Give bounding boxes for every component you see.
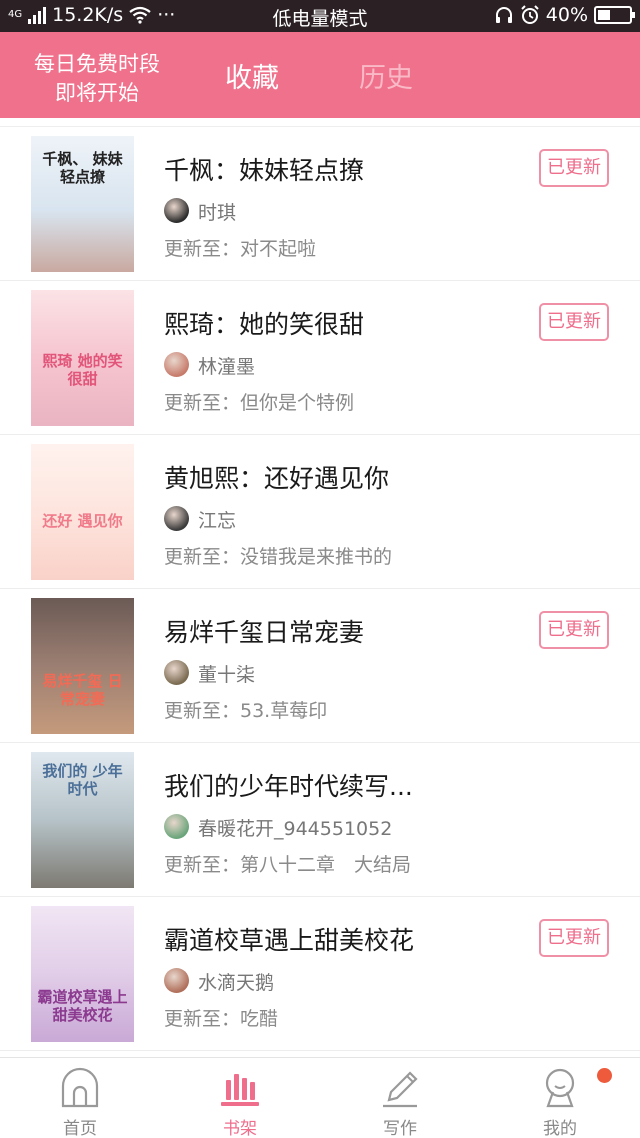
updated-badge: 已更新: [539, 611, 609, 649]
latest-chapter: 更新至：吃醋: [164, 1008, 279, 1030]
nav-write-label: 写作: [383, 1119, 417, 1138]
latest-chapter: 更新至：对不起啦: [164, 238, 317, 260]
book-cover[interactable]: 熙琦 她的笑很甜: [31, 290, 134, 426]
nav-home-label: 首页: [63, 1119, 97, 1138]
book-row[interactable]: 千枫、 妹妹轻点撩 千枫：妹妹轻点撩时琪更新至：对不起啦 已更新: [0, 127, 640, 281]
book-title[interactable]: 黄旭熙：还好遇见你: [164, 459, 389, 495]
book-row[interactable]: 霸道校草遇上 甜美校花 霸道校草遇上甜美校花水滴天鹅更新至：吃醋 已更新: [0, 897, 640, 1051]
cover-title-text: 霸道校草遇上 甜美校花: [37, 988, 128, 1024]
profile-icon: [545, 1068, 575, 1108]
updated-badge: 已更新: [539, 919, 609, 957]
nav-home[interactable]: 首页: [0, 1058, 160, 1138]
book-cover[interactable]: 易烊千玺 日常宠妻: [31, 598, 134, 734]
book-row[interactable]: 熙琦 她的笑很甜 熙琦：她的笑很甜林潼墨更新至：但你是个特例 已更新: [0, 281, 640, 435]
author-avatar: [164, 352, 189, 377]
nav-profile[interactable]: 我的: [480, 1058, 640, 1138]
author-name: 时琪: [198, 202, 237, 224]
author-name: 江忘: [198, 510, 237, 532]
book-row[interactable]: 易烊千玺 日常宠妻 易烊千玺日常宠妻董十柒更新至：53.草莓印 已更新: [0, 589, 640, 743]
cover-title-text: 熙琦 她的笑很甜: [42, 352, 123, 388]
cover-title-text: 我们的 少年时代: [42, 762, 123, 798]
author-avatar: [164, 198, 189, 223]
book-title[interactable]: 千枫：妹妹轻点撩: [164, 151, 364, 187]
battery-icon: [594, 6, 635, 24]
author-name: 春暖花开_944551052: [198, 818, 393, 840]
book-title[interactable]: 易烊千玺日常宠妻: [164, 613, 364, 649]
battery-level-fill: [598, 10, 610, 20]
bookshelf-list: 千枫、 妹妹轻点撩 千枫：妹妹轻点撩 时琪 更新至：对不起啦 已更新 熙琦 她的笑很甜 熙琦…: [0, 126, 640, 1051]
author-name: 董十柒: [198, 664, 256, 686]
bottom-nav: 首页 书架 写作 我的: [0, 1057, 640, 1138]
book-row[interactable]: 还好 遇见你 黄旭熙：还好遇见你江忘更新至：没错我是来推书的: [0, 435, 640, 589]
book-cover[interactable]: 我们的 少年时代: [31, 752, 134, 888]
bookshelf-icon: [221, 1074, 259, 1106]
author-avatar: [164, 968, 189, 993]
book-cover[interactable]: 千枫、 妹妹轻点撩: [31, 136, 134, 272]
alarm-icon: [521, 5, 539, 24]
author-name: 林潼墨: [198, 356, 256, 378]
notification-dot: [597, 1068, 612, 1083]
book-cover[interactable]: 还好 遇见你: [31, 444, 134, 580]
tab-favorites[interactable]: 收藏: [225, 56, 279, 95]
author-avatar: [164, 506, 189, 531]
top-header: 每日免费时段 即将开始 收藏 历史: [0, 32, 640, 118]
headset-icon: [495, 7, 512, 23]
updated-badge: 已更新: [539, 303, 609, 341]
book-title[interactable]: 我们的少年时代续写...: [164, 767, 413, 803]
nav-write[interactable]: 写作: [320, 1058, 480, 1138]
nav-bookshelf-label: 书架: [223, 1119, 257, 1138]
book-cover[interactable]: 霸道校草遇上 甜美校花: [31, 906, 134, 1042]
updated-badge: 已更新: [539, 149, 609, 187]
author-avatar: [164, 660, 189, 685]
promo-line-1: 每日免费时段: [34, 52, 160, 76]
book-title[interactable]: 熙琦：她的笑很甜: [164, 305, 364, 341]
author-avatar: [164, 814, 189, 839]
author-name: 水滴天鹅: [198, 972, 275, 994]
battery-percent: 40%: [545, 4, 588, 26]
cover-title-text: 千枫、 妹妹轻点撩: [42, 150, 123, 186]
book-row[interactable]: 我们的 少年时代 我们的少年时代续写... 春暖花开_944551052 更新至：第八…: [0, 743, 640, 897]
promo-line-2: 即将开始: [55, 81, 139, 105]
home-icon: [61, 1067, 99, 1108]
pen-icon: [383, 1071, 418, 1108]
latest-chapter: 更新至：没错我是来推书的: [164, 546, 393, 568]
latest-chapter: 更新至：第八十二章 大结局: [164, 854, 412, 876]
status-bar: 4G 15.2K/s ··· 低电量模式 40%: [0, 0, 640, 32]
cover-title-text: 易烊千玺 日常宠妻: [42, 672, 123, 708]
latest-chapter: 更新至：但你是个特例: [164, 392, 355, 414]
book-title[interactable]: 霸道校草遇上甜美校花: [164, 921, 414, 957]
free-period-banner[interactable]: 每日免费时段 即将开始: [0, 50, 194, 108]
cover-title-text: 还好 遇见你: [42, 512, 123, 530]
status-right: 40%: [494, 4, 635, 26]
nav-profile-label: 我的: [543, 1119, 577, 1138]
nav-bookshelf[interactable]: 书架: [160, 1058, 320, 1138]
latest-chapter: 更新至：53.草莓印: [164, 700, 328, 722]
tab-history[interactable]: 历史: [359, 56, 413, 95]
